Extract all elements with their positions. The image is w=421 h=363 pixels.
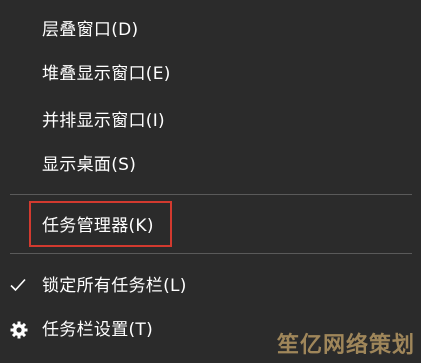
menu-item-label: 并排显示窗口(I) <box>42 111 165 131</box>
menu-item-stack-windows[interactable]: 堆叠显示窗口(E) <box>0 54 421 94</box>
gear-icon <box>10 321 28 339</box>
highlight-box <box>29 201 172 247</box>
menu-item-label: 显示桌面(S) <box>42 155 137 175</box>
checkmark-icon <box>10 278 26 292</box>
watermark: 笙亿网络策划 <box>276 333 415 358</box>
menu-item-lock-taskbars[interactable]: 锁定所有任务栏(L) <box>0 266 421 306</box>
menu-divider <box>10 253 412 254</box>
menu-item-label: 任务栏设置(T) <box>42 320 154 340</box>
menu-item-label: 层叠窗口(D) <box>42 20 139 40</box>
menu-item-label: 堆叠显示窗口(E) <box>42 64 171 84</box>
menu-item-show-desktop[interactable]: 显示桌面(S) <box>0 145 421 185</box>
menu-item-cascade-windows[interactable]: 层叠窗口(D) <box>0 10 421 50</box>
taskbar-context-menu: 层叠窗口(D) 堆叠显示窗口(E) 并排显示窗口(I) 显示桌面(S) 任务管理… <box>0 0 421 363</box>
menu-item-side-by-side-windows[interactable]: 并排显示窗口(I) <box>0 101 421 141</box>
menu-item-label: 锁定所有任务栏(L) <box>42 276 187 296</box>
menu-divider <box>10 194 412 195</box>
